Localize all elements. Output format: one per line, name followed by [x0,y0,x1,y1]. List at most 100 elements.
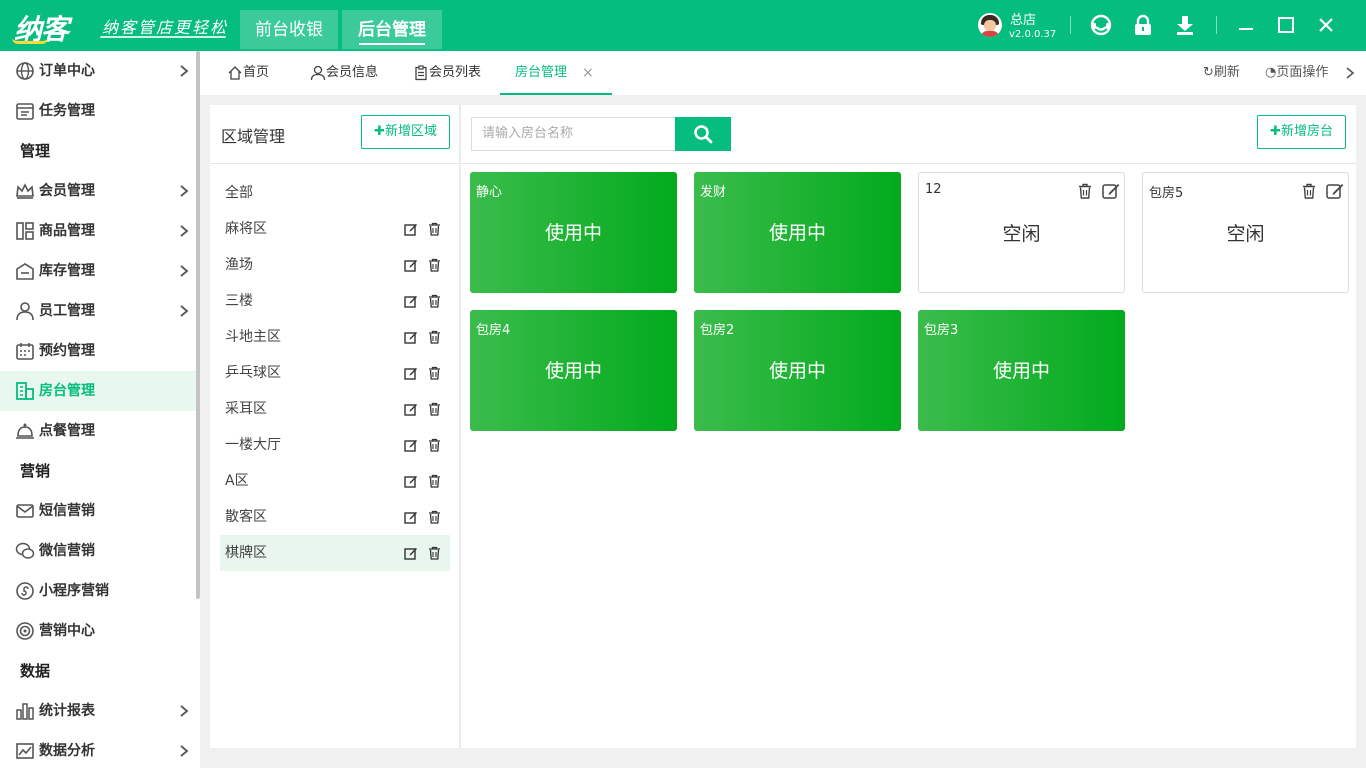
area-item[interactable]: 散客区 [220,499,450,535]
sidebar-item-reports[interactable]: 统计报表 [0,691,196,731]
edit-icon[interactable] [404,546,418,560]
edit-icon[interactable] [404,366,418,380]
area-item[interactable]: 斗地主区 [220,319,450,355]
add-table-button[interactable]: ✚新增房台 [1257,115,1346,149]
table-search-input[interactable]: 请输入房台名称 [471,117,676,151]
area-item[interactable]: 一楼大厅 [220,427,450,463]
delete-icon[interactable] [428,366,441,380]
download-icon[interactable] [1174,14,1196,36]
sidebar-item-goods[interactable]: 商品管理 [0,211,196,251]
sidebar-item-wechat[interactable]: 微信营销 [0,531,196,571]
close-icon[interactable] [1315,14,1337,36]
edit-icon[interactable] [404,330,418,344]
divider [1216,16,1217,34]
area-item[interactable]: 棋牌区 [220,535,450,571]
area-item-label: 斗地主区 [225,329,281,345]
sidebar-item-miniprogram[interactable]: 小程序营销 [0,571,196,611]
area-item[interactable]: 三楼 [220,283,450,319]
sidebar-item-label: 微信营销 [39,543,95,559]
tab-member-info[interactable]: 会员信息 [310,51,390,95]
area-item[interactable]: 乒乓球区 [220,355,450,391]
tab-member-list[interactable]: 会员列表 [413,51,493,95]
maximize-icon[interactable] [1275,14,1297,36]
table-card[interactable]: 发财 使用中 [694,172,901,293]
area-item[interactable]: 渔场 [220,247,450,283]
delete-icon[interactable] [428,330,441,344]
chevron-right-icon [180,265,189,277]
sidebar-item-members[interactable]: 会员管理 [0,171,196,211]
area-item-label: 乒乓球区 [225,365,281,381]
sidebar-item-staff[interactable]: 员工管理 [0,291,196,331]
delete-icon[interactable] [428,438,441,452]
calendar-icon [16,343,34,360]
tab-room-management[interactable]: 房台管理 × [500,51,612,95]
refresh-button[interactable]: ↻刷新 [1203,51,1240,95]
edit-icon[interactable] [404,402,418,416]
sidebar-group-marketing: 营销 [20,462,51,480]
nav-front-cashier[interactable]: 前台收银 [240,10,338,49]
sidebar-item-tasks[interactable]: 任务管理 [0,91,196,131]
sidebar: 订单中心 任务管理 管理 会员管理 商品管理 库存管理 员工管理 预约管理 房台… [0,51,200,768]
bar-chart-icon [16,703,34,720]
delete-icon[interactable] [1302,183,1316,199]
tab-home[interactable]: 首页 [227,51,287,95]
refresh-icon: ↻ [1203,65,1214,80]
tab-close-icon[interactable]: × [582,51,594,95]
area-item[interactable]: 全部 [220,175,450,211]
sidebar-scrollbar[interactable] [196,51,200,599]
sidebar-item-analytics[interactable]: 数据分析 [0,731,196,768]
miniprogram-icon [16,582,34,600]
table-card[interactable]: 包房4 使用中 [470,310,677,431]
delete-icon[interactable] [428,510,441,524]
area-item[interactable]: 麻将区 [220,211,450,247]
delete-icon[interactable] [428,546,441,560]
area-item[interactable]: 采耳区 [220,391,450,427]
nav-backend-management[interactable]: 后台管理 [342,10,442,49]
user-icon [310,65,326,81]
table-card[interactable]: 静心 使用中 [470,172,677,293]
table-name: 静心 [476,185,503,200]
edit-icon[interactable] [1102,182,1120,199]
sidebar-item-orders[interactable]: 订单中心 [0,51,196,91]
inventory-icon [16,263,34,280]
area-item-label: 渔场 [225,257,253,273]
table-panel: 请输入房台名称 ✚新增房台 静心 使用中 发财 使用中 12 空闲 包房5 空闲 包房4 使用中包… [461,105,1356,748]
delete-icon[interactable] [1078,183,1092,199]
sidebar-item-sms[interactable]: 短信营销 [0,491,196,531]
area-item[interactable]: A区 [220,463,450,499]
table-card[interactable]: 包房5 空闲 [1142,172,1349,293]
search-button[interactable] [675,117,731,151]
table-card[interactable]: 12 空闲 [918,172,1125,293]
edit-icon[interactable] [404,258,418,272]
lock-icon[interactable] [1132,14,1154,36]
table-card[interactable]: 包房2 使用中 [694,310,901,431]
sidebar-item-marketing-center[interactable]: 营销中心 [0,611,196,651]
table-status: 使用中 [992,360,1050,382]
logo: 纳客 [12,13,69,46]
page-operations-button[interactable]: ◔页面操作 [1265,51,1328,95]
edit-icon[interactable] [404,474,418,488]
sidebar-item-reservations[interactable]: 预约管理 [0,331,196,371]
table-name: 12 [925,182,942,197]
delete-icon[interactable] [428,294,441,308]
tabs-scroll-right-icon[interactable] [1344,66,1356,80]
delete-icon[interactable] [428,258,441,272]
headset-icon[interactable] [1090,14,1112,36]
delete-icon[interactable] [428,474,441,488]
edit-icon[interactable] [404,510,418,524]
table-name: 包房4 [476,323,511,338]
sidebar-item-inventory[interactable]: 库存管理 [0,251,196,291]
sidebar-item-ordering[interactable]: 点餐管理 [0,411,196,451]
add-area-button[interactable]: ✚新增区域 [361,115,450,149]
delete-icon[interactable] [428,402,441,416]
delete-icon[interactable] [428,222,441,236]
minimize-icon[interactable] [1235,14,1257,36]
edit-icon[interactable] [404,294,418,308]
sidebar-item-rooms[interactable]: 房台管理 [0,371,196,411]
sidebar-item-label: 统计报表 [39,703,95,719]
edit-icon[interactable] [404,438,418,452]
edit-icon[interactable] [404,222,418,236]
edit-icon[interactable] [1326,182,1344,199]
sidebar-item-label: 数据分析 [39,743,95,759]
table-card[interactable]: 包房3 使用中 [918,310,1125,431]
